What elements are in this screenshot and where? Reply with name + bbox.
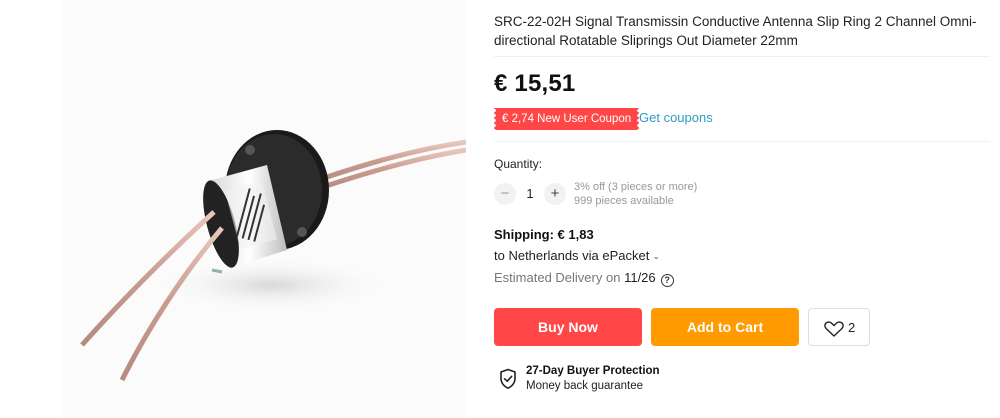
- product-title: SRC-22-02H Signal Transmissin Conductive…: [494, 14, 977, 48]
- quantity-increase-button[interactable]: +: [544, 183, 566, 205]
- wishlist-count: 2: [848, 320, 856, 335]
- buy-now-button[interactable]: Buy Now: [494, 308, 642, 346]
- chevron-down-icon: ⌄: [652, 251, 660, 261]
- delivery-date: 11/26: [624, 270, 656, 285]
- wishlist-button[interactable]: 2: [808, 308, 870, 346]
- divider: [494, 56, 990, 57]
- question-circle-icon[interactable]: ?: [660, 274, 674, 287]
- shipping-cost: Shipping: € 1,83: [494, 227, 594, 242]
- delivery-prefix: Estimated Delivery on: [494, 270, 621, 285]
- shipping-destination: to Netherlands via ePacket: [494, 248, 650, 263]
- product-image[interactable]: [62, 0, 466, 418]
- buyer-protection-title: 27-Day Buyer Protection: [526, 365, 660, 377]
- product-info: SRC-22-02H Signal Transmissin Conductive…: [491, 0, 1000, 418]
- stock-available: 999 pieces available: [574, 195, 674, 207]
- quantity-value[interactable]: 1: [516, 186, 544, 201]
- shield-check-icon: [500, 368, 516, 389]
- slip-ring-photo: [80, 130, 466, 382]
- divider: [494, 141, 990, 142]
- quantity-label: Quantity:: [494, 157, 543, 171]
- estimated-delivery: Estimated Delivery on 11/26?: [494, 270, 674, 287]
- product-price: € 15,51: [494, 70, 576, 97]
- coupon-badge[interactable]: € 2,74 New User Coupon: [491, 108, 642, 130]
- quantity-info: 3% off (3 pieces or more) 999 pieces ava…: [574, 180, 697, 208]
- quantity-decrease-button[interactable]: −: [494, 183, 516, 205]
- heart-icon: [824, 321, 844, 337]
- bulk-discount-note: 3% off (3 pieces or more): [574, 181, 698, 193]
- add-to-cart-button[interactable]: Add to Cart: [651, 308, 799, 346]
- shipping-destination-selector[interactable]: to Netherlands via ePacket ⌄: [494, 248, 660, 263]
- buyer-protection-subtitle: Money back guarantee: [526, 380, 643, 392]
- get-coupons-link[interactable]: Get coupons: [639, 110, 713, 125]
- coupon-badge-label: € 2,74 New User Coupon: [491, 108, 642, 130]
